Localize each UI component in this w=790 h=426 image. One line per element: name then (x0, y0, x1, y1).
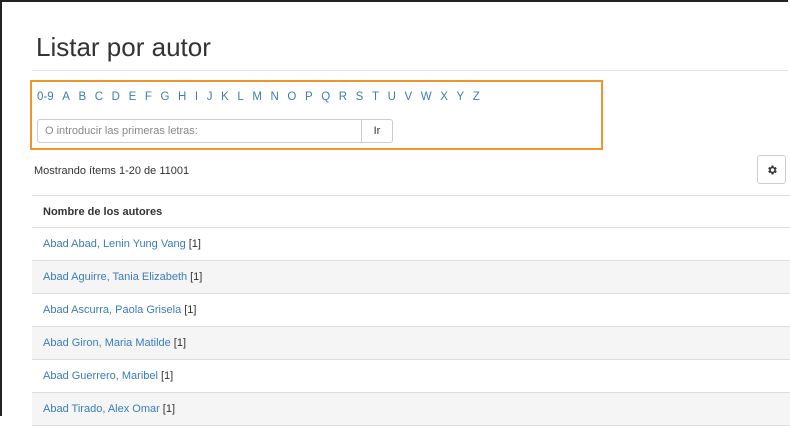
gear-icon (767, 165, 777, 174)
letter-link-d[interactable]: D (112, 91, 120, 103)
title-divider (32, 70, 788, 71)
page-frame: Listar por autor 0-9 A B C D E F G H I J K L M N O P Q R S T… (0, 0, 790, 426)
letter-link-s[interactable]: S (356, 91, 364, 103)
author-link[interactable]: Abad Tirado, Alex Omar (43, 403, 160, 415)
table-body: Abad Abad, Lenin Yung Vang [1] Abad Aguirr… (32, 228, 790, 426)
letter-link-e[interactable]: E (129, 91, 137, 103)
letter-link-l[interactable]: L (237, 91, 243, 103)
letter-link-h[interactable]: H (178, 91, 186, 103)
letter-link-f[interactable]: F (145, 91, 152, 103)
table-row: Abad Ascurra, Paola Grisela [1] (32, 294, 790, 327)
author-link[interactable]: Abad Aguirre, Tania Elizabeth (43, 271, 187, 283)
letter-link-a[interactable]: A (62, 91, 70, 103)
letter-link-u[interactable]: U (388, 91, 396, 103)
author-link[interactable]: Abad Abad, Lenin Yung Vang (43, 238, 186, 250)
letter-link-b[interactable]: B (78, 91, 86, 103)
settings-button[interactable] (757, 155, 786, 184)
item-count: [1] (184, 304, 197, 316)
letter-link-q[interactable]: Q (321, 91, 330, 103)
item-count: [1] (162, 403, 176, 415)
page-title: Listar por autor (36, 32, 211, 62)
letter-link-r[interactable]: R (339, 91, 347, 103)
table-header: Nombre de los autores (32, 195, 790, 228)
letter-link-n[interactable]: N (271, 91, 279, 103)
letter-link-t[interactable]: T (372, 91, 379, 103)
letter-index: 0-9 A B C D E F G H I J K L M N O P Q R S T U V W X Y Z (37, 91, 488, 103)
letter-link-z[interactable]: Z (473, 91, 480, 103)
letter-link-x[interactable]: X (440, 91, 448, 103)
starts-with-input[interactable] (37, 119, 362, 143)
results-count-text: Mostrando ítems 1-20 de 11001 (34, 165, 190, 177)
table-row: Abad Giron, Maria Matilde [1] (32, 327, 790, 360)
letter-link-m[interactable]: M (252, 91, 262, 103)
letter-link-g[interactable]: G (160, 91, 169, 103)
letter-link-c[interactable]: C (95, 91, 103, 103)
go-button[interactable]: Ir (362, 119, 393, 143)
letter-link-o[interactable]: O (287, 91, 296, 103)
table-row: Abad Tirado, Alex Omar [1] (32, 393, 790, 426)
letter-link-k[interactable]: K (221, 91, 229, 103)
letter-link-y[interactable]: Y (456, 91, 464, 103)
table-row: Abad Abad, Lenin Yung Vang [1] (32, 228, 790, 261)
author-link[interactable]: Abad Giron, Maria Matilde (43, 337, 171, 349)
letter-link-v[interactable]: V (404, 91, 412, 103)
item-count: [1] (188, 238, 201, 250)
letter-link-0-9[interactable]: 0-9 (37, 91, 54, 103)
table-row: Abad Aguirre, Tania Elizabeth [1] (32, 261, 790, 294)
item-count: [1] (160, 370, 174, 382)
authors-table: Nombre de los autores Abad Abad, Lenin Y… (32, 195, 790, 426)
table-row: Abad Guerrero, Maribel [1] (32, 360, 790, 393)
item-count: [1] (173, 337, 187, 349)
starts-with-search: Ir (37, 119, 393, 143)
letter-link-i[interactable]: I (195, 91, 198, 103)
author-link[interactable]: Abad Guerrero, Maribel (43, 370, 158, 382)
letter-link-j[interactable]: J (207, 91, 213, 103)
letter-link-p[interactable]: P (305, 91, 313, 103)
browse-by-letter-panel: 0-9 ABCDEFGHIJKLMNOPQRSTUVWXYZ Ir (30, 80, 603, 150)
item-count: [1] (190, 271, 203, 283)
author-link[interactable]: Abad Ascurra, Paola Grisela (43, 304, 181, 316)
letter-link-w[interactable]: W (421, 91, 432, 103)
